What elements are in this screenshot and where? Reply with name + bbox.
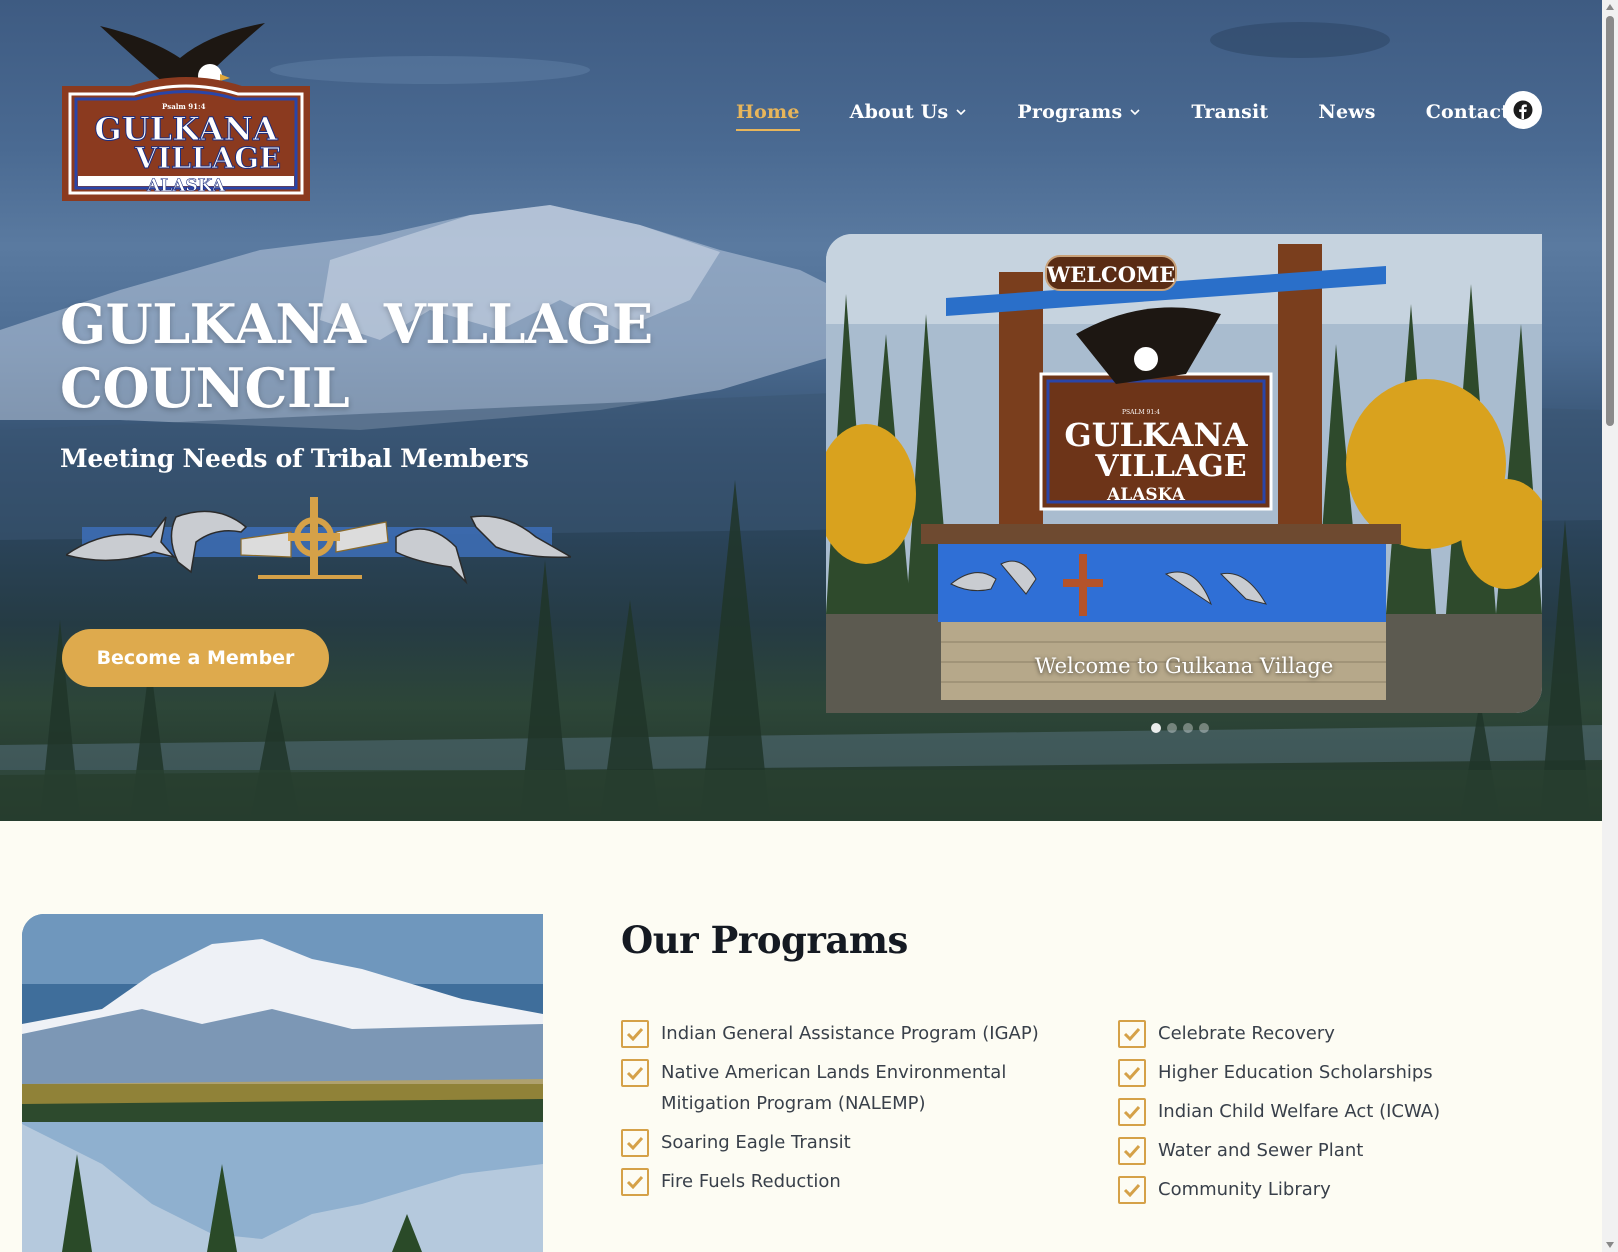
facebook-link[interactable] bbox=[1504, 91, 1542, 129]
main-nav: Home About Us Programs Transit News Cont… bbox=[736, 90, 1560, 134]
svg-text:PSALM 91:4: PSALM 91:4 bbox=[1122, 409, 1160, 416]
svg-text:ALASKA: ALASKA bbox=[146, 176, 226, 196]
program-label: Fire Fuels Reduction bbox=[661, 1171, 841, 1192]
program-label: Community Library bbox=[1158, 1179, 1331, 1200]
nav-contact[interactable]: Contact bbox=[1426, 101, 1510, 123]
program-item[interactable]: Indian Child Welfare Act (ICWA) bbox=[1118, 1096, 1538, 1127]
program-item[interactable]: Native American Lands Environmental Miti… bbox=[621, 1057, 1091, 1119]
programs-title: Our Programs bbox=[621, 918, 908, 962]
gulkana-village-logo[interactable]: Psalm 91:4 GULKANA VILLAGE ALASKA bbox=[60, 18, 313, 203]
hero-image-slider[interactable]: WELCOME PSALM 91:4 GULKANA VILLAGE ALASK… bbox=[826, 234, 1542, 713]
slide-caption: Welcome to Gulkana Village bbox=[1034, 654, 1334, 678]
svg-text:ALASKA: ALASKA bbox=[1106, 485, 1186, 505]
page-scrollbar[interactable] bbox=[1602, 0, 1618, 1252]
nav-transit-label: Transit bbox=[1191, 101, 1269, 123]
nav-about-us-label: About Us bbox=[849, 101, 949, 123]
fish-cross-emblem bbox=[66, 497, 571, 585]
program-label: Soaring Eagle Transit bbox=[661, 1132, 851, 1153]
nav-news[interactable]: News bbox=[1318, 101, 1375, 123]
mountain-lake-photo bbox=[22, 914, 543, 1252]
chevron-down-icon bbox=[1130, 109, 1140, 116]
checkmark-icon bbox=[621, 1129, 649, 1157]
program-item[interactable]: Celebrate Recovery bbox=[1118, 1018, 1538, 1049]
checkmark-icon bbox=[1118, 1137, 1146, 1165]
program-label: Indian Child Welfare Act (ICWA) bbox=[1158, 1101, 1441, 1122]
nav-news-label: News bbox=[1318, 101, 1376, 123]
program-item[interactable]: Fire Fuels Reduction bbox=[621, 1166, 1091, 1197]
program-label: Higher Education Scholarships bbox=[1158, 1062, 1433, 1083]
program-label: Indian General Assistance Program (IGAP) bbox=[661, 1023, 1039, 1044]
program-label: Water and Sewer Plant bbox=[1158, 1140, 1364, 1161]
scroll-up-arrow-icon[interactable] bbox=[1606, 4, 1614, 10]
checkmark-icon bbox=[1118, 1020, 1146, 1048]
programs-list-col2: Celebrate Recovery Higher Education Scho… bbox=[1118, 1018, 1538, 1213]
nav-home-label: Home bbox=[736, 101, 800, 123]
scroll-down-arrow-icon[interactable] bbox=[1606, 1242, 1614, 1248]
checkmark-icon bbox=[621, 1020, 649, 1048]
welcome-sign-photo: WELCOME PSALM 91:4 GULKANA VILLAGE ALASK… bbox=[826, 234, 1542, 713]
checkmark-icon bbox=[1118, 1176, 1146, 1204]
program-item[interactable]: Indian General Assistance Program (IGAP) bbox=[621, 1018, 1091, 1049]
svg-text:VILLAGE: VILLAGE bbox=[134, 141, 281, 175]
program-item[interactable]: Higher Education Scholarships bbox=[1118, 1057, 1538, 1088]
checkmark-icon bbox=[1118, 1098, 1146, 1126]
program-item[interactable]: Water and Sewer Plant bbox=[1118, 1135, 1538, 1166]
nav-home[interactable]: Home bbox=[736, 101, 800, 131]
checkmark-icon bbox=[621, 1168, 649, 1196]
hero-title-line1: GULKANA VILLAGE bbox=[60, 292, 653, 356]
slider-dot-2[interactable] bbox=[1167, 723, 1177, 733]
checkmark-icon bbox=[1118, 1059, 1146, 1087]
program-label: Native American Lands Environmental Miti… bbox=[661, 1062, 1007, 1114]
slider-dot-4[interactable] bbox=[1199, 723, 1209, 733]
program-item[interactable]: Community Library bbox=[1118, 1174, 1538, 1205]
svg-text:VILLAGE: VILLAGE bbox=[1094, 449, 1246, 484]
facebook-icon bbox=[1513, 100, 1533, 120]
checkmark-icon bbox=[621, 1059, 649, 1087]
nav-about-us[interactable]: About Us bbox=[850, 101, 968, 123]
scrollbar-thumb[interactable] bbox=[1606, 16, 1614, 426]
nav-programs[interactable]: Programs bbox=[1017, 101, 1141, 123]
svg-text:WELCOME: WELCOME bbox=[1046, 262, 1176, 287]
nav-transit[interactable]: Transit bbox=[1191, 101, 1268, 123]
hero-title: GULKANA VILLAGE COUNCIL bbox=[60, 292, 760, 420]
chevron-down-icon bbox=[956, 109, 966, 116]
programs-list-col1: Indian General Assistance Program (IGAP)… bbox=[621, 1018, 1091, 1205]
slider-dot-3[interactable] bbox=[1183, 723, 1193, 733]
nav-contact-label: Contact bbox=[1425, 101, 1511, 123]
program-item[interactable]: Soaring Eagle Transit bbox=[621, 1127, 1091, 1158]
program-label: Celebrate Recovery bbox=[1158, 1023, 1335, 1044]
hero-title-line2: COUNCIL bbox=[60, 356, 350, 420]
become-member-button[interactable]: Become a Member bbox=[62, 629, 329, 687]
hero-subtitle: Meeting Needs of Tribal Members bbox=[60, 444, 529, 473]
slider-dots bbox=[1151, 723, 1209, 733]
hero-section: Psalm 91:4 GULKANA VILLAGE ALASKA Home A… bbox=[0, 0, 1602, 821]
nav-programs-label: Programs bbox=[1017, 101, 1123, 123]
slider-dot-1[interactable] bbox=[1151, 723, 1161, 733]
